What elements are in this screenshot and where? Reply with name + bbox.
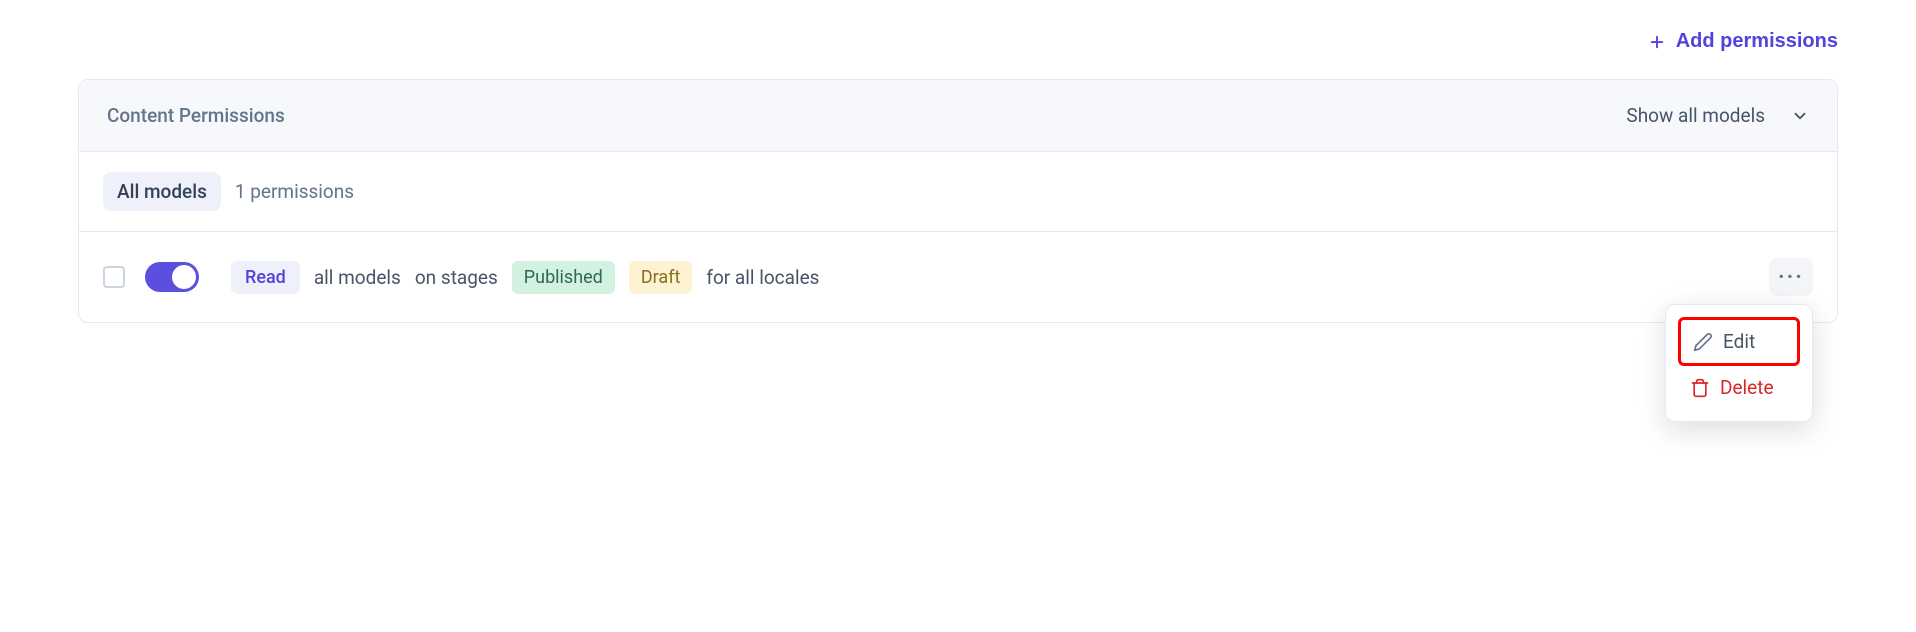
delete-label: Delete [1720,376,1774,399]
filter-chip-all-models[interactable]: All models [103,172,221,211]
stage-badge-draft: Draft [629,261,693,294]
operation-badge: Read [231,261,300,294]
models-selector[interactable]: Show all models [1626,104,1809,127]
models-text: all models [314,266,401,289]
add-permissions-label: Add permissions [1676,30,1838,53]
plus-icon [1648,33,1666,51]
more-actions-button[interactable]: ··· [1769,258,1813,296]
locales-text: for all locales [706,266,819,289]
actions-dropdown: Edit Delete [1665,304,1813,422]
enabled-toggle[interactable] [145,262,199,292]
chevron-down-icon [1791,107,1809,125]
stages-prefix: on stages [415,266,498,289]
trash-icon [1690,378,1710,398]
pencil-icon [1693,332,1713,352]
edit-action[interactable]: Edit [1678,317,1800,366]
stage-badge-published: Published [512,261,615,294]
panel-header: Content Permissions Show all models [79,80,1837,152]
models-selector-label: Show all models [1626,104,1765,127]
filter-row: All models 1 permissions [79,152,1837,232]
content-permissions-panel: Content Permissions Show all models All … [78,79,1838,323]
add-permissions-button[interactable]: Add permissions [1648,30,1838,53]
permission-row: Read all models on stages Published Draf… [79,232,1837,322]
dots-icon: ··· [1778,265,1804,290]
delete-action[interactable]: Delete [1678,366,1800,409]
toggle-knob [172,265,196,289]
row-checkbox[interactable] [103,266,125,288]
permissions-count: 1 permissions [235,180,354,203]
panel-title: Content Permissions [107,104,285,127]
edit-label: Edit [1723,330,1755,353]
